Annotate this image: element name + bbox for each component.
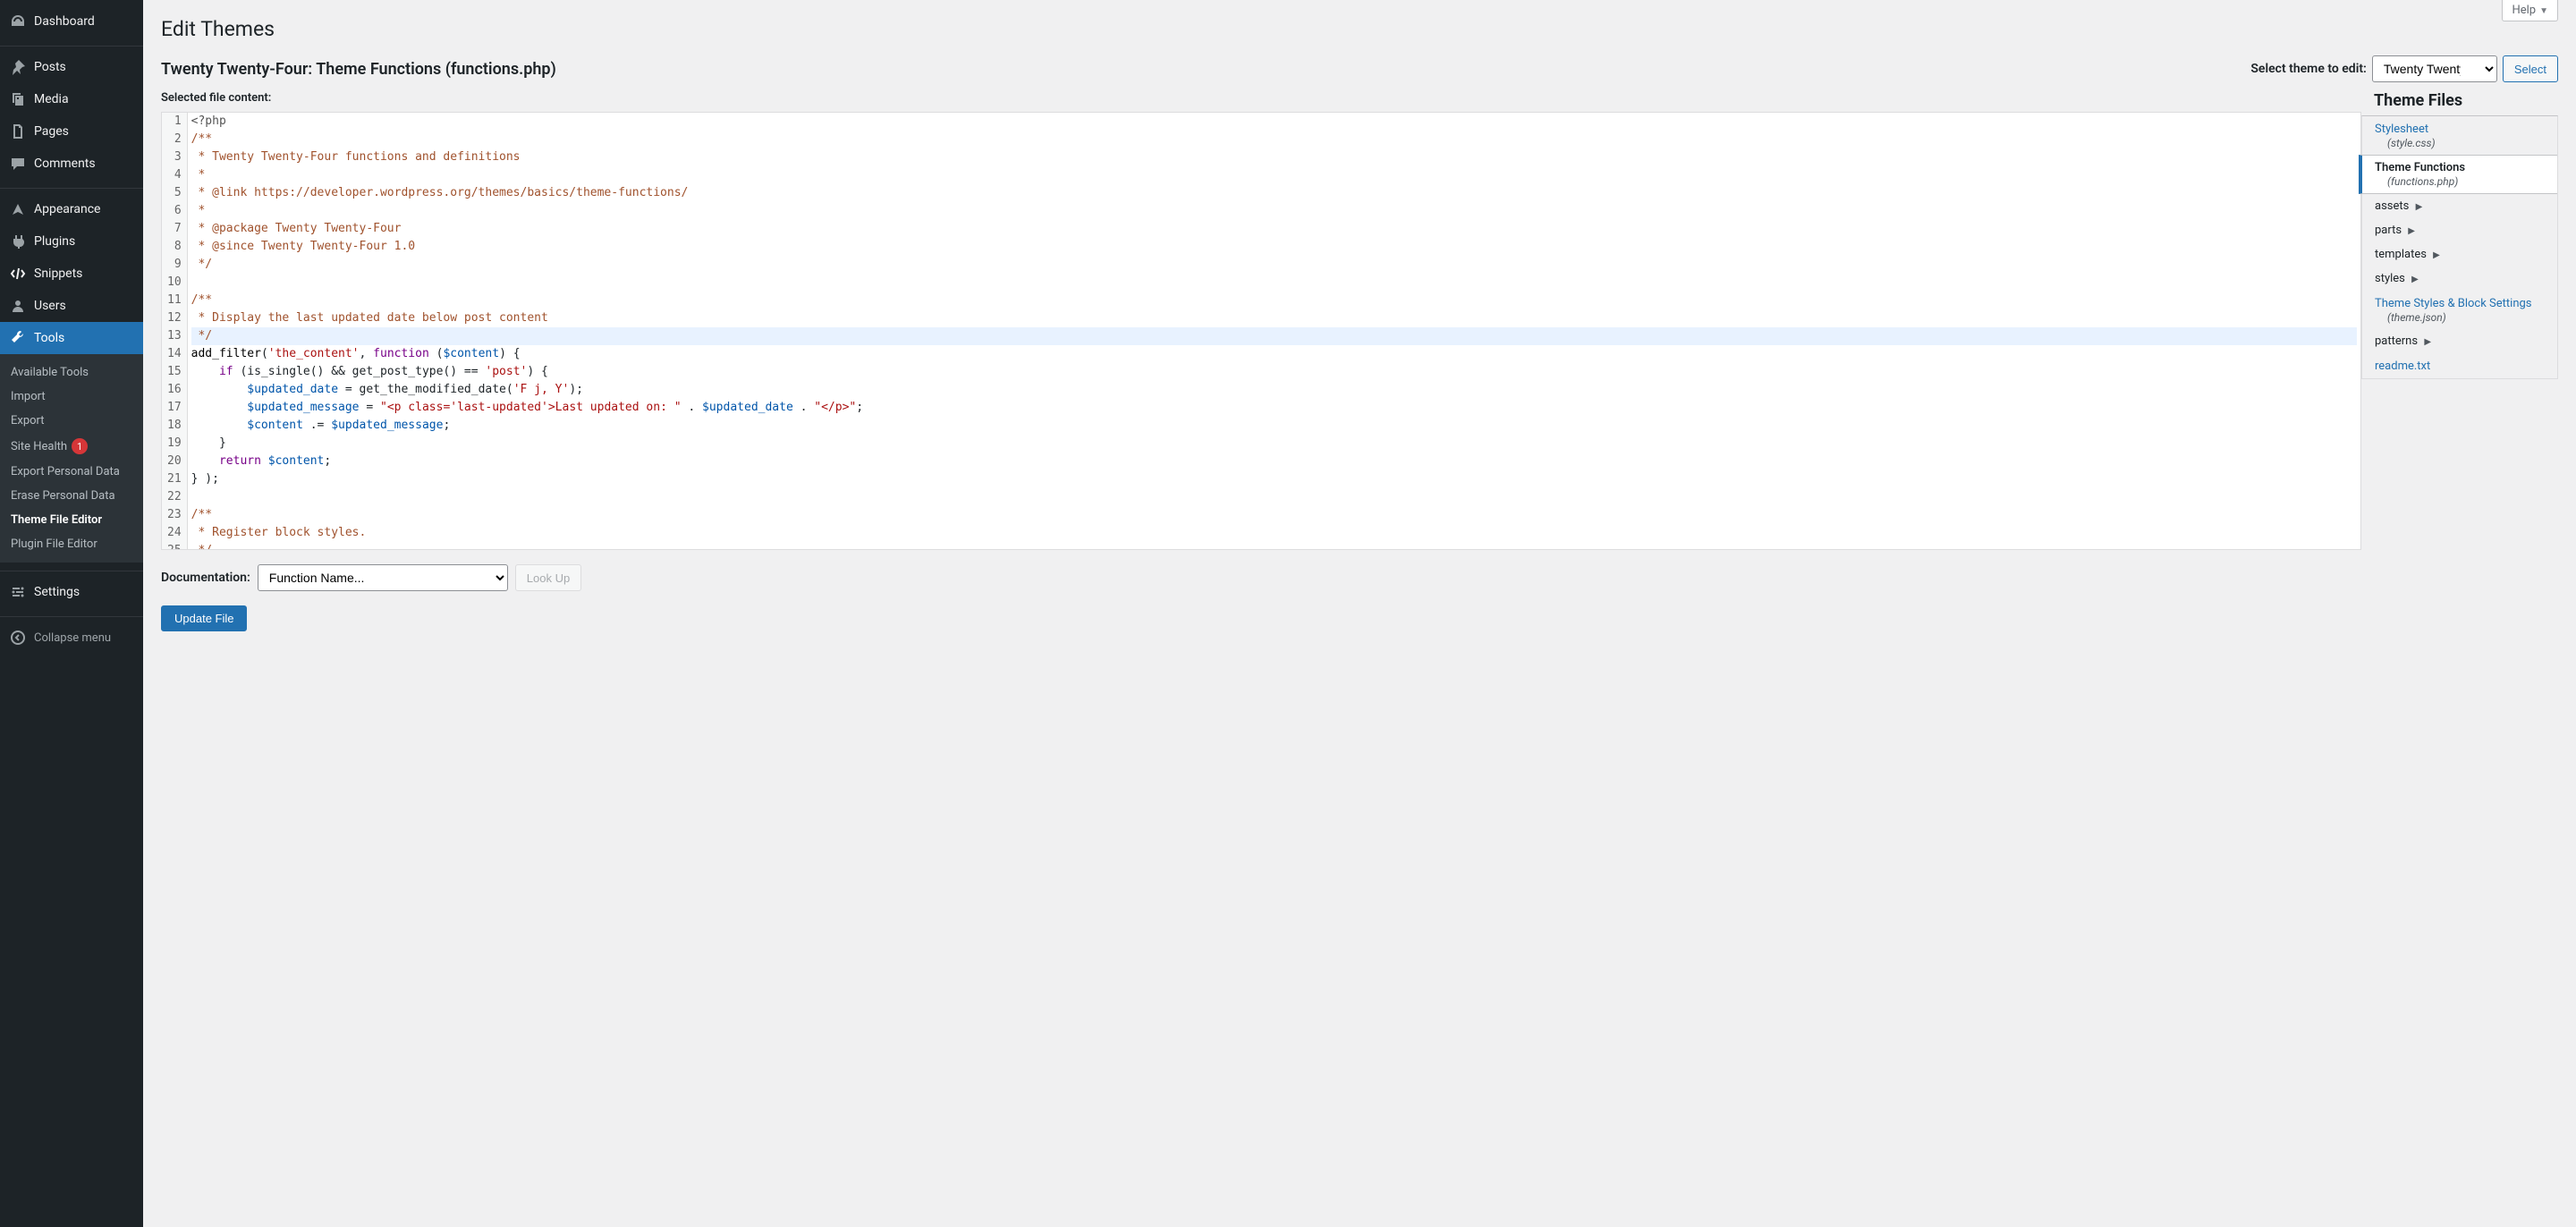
submenu-item-erase-personal-data[interactable]: Erase Personal Data (0, 484, 143, 508)
documentation-label: Documentation: (161, 571, 250, 585)
menu-label: Tools (34, 331, 64, 345)
menu-item-media[interactable]: Media (0, 83, 143, 115)
menu-item-snippets[interactable]: Snippets (0, 258, 143, 290)
submenu-item-site-health[interactable]: Site Health1 (0, 433, 143, 460)
collapse-menu[interactable]: Collapse menu (0, 622, 143, 654)
plugins-icon (9, 233, 27, 250)
submenu-item-export[interactable]: Export (0, 409, 143, 433)
page-title: Edit Themes (161, 9, 2558, 45)
menu-item-settings[interactable]: Settings (0, 576, 143, 608)
file-heading: Twenty Twenty-Four: Theme Functions (fun… (161, 60, 556, 79)
menu-item-users[interactable]: Users (0, 290, 143, 322)
theme-select[interactable]: Twenty Twenty-Four (2372, 55, 2497, 82)
menu-item-pages[interactable]: Pages (0, 115, 143, 148)
tools-icon (9, 329, 27, 347)
menu-label: Comments (34, 157, 96, 171)
pages-icon (9, 123, 27, 140)
chevron-down-icon: ▼ (2539, 6, 2548, 16)
menu-item-plugins[interactable]: Plugins (0, 225, 143, 258)
menu-label: Appearance (34, 202, 100, 216)
files-tree: Stylesheet(style.css)Theme Functions(fun… (2361, 115, 2558, 379)
menu-label: Posts (34, 60, 66, 74)
file-theme-styles-block-settings[interactable]: Theme Styles & Block Settings(theme.json… (2362, 291, 2557, 329)
menu-label: Dashboard (34, 14, 95, 29)
menu-item-tools[interactable]: Tools (0, 322, 143, 354)
theme-select-label: Select theme to edit: (2250, 62, 2366, 76)
settings-icon (9, 583, 27, 601)
menu-item-dashboard[interactable]: Dashboard (0, 5, 143, 38)
admin-sidebar: Dashboard Posts Media Pages Comments Appearan… (0, 0, 143, 1227)
submenu-item-available-tools[interactable]: Available Tools (0, 360, 143, 385)
dashboard-icon (9, 13, 27, 30)
documentation-select[interactable]: Function Name... (258, 564, 508, 591)
chevron-right-icon: ▶ (2416, 202, 2423, 212)
submenu-item-theme-file-editor[interactable]: Theme File Editor (0, 508, 143, 532)
help-tab[interactable]: Help▼ (2502, 0, 2558, 21)
menu-item-posts[interactable]: Posts (0, 51, 143, 83)
update-file-button[interactable]: Update File (161, 605, 247, 631)
submenu-item-import[interactable]: Import (0, 385, 143, 409)
menu-label: Pages (34, 124, 69, 139)
code-content[interactable]: <?php/** * Twenty Twenty-Four functions … (188, 113, 2360, 549)
menu-label: Snippets (34, 267, 82, 281)
comments-icon (9, 155, 27, 173)
menu-label: Media (34, 92, 69, 106)
pin-icon (9, 58, 27, 76)
chevron-right-icon: ▶ (2408, 226, 2415, 236)
submenu-item-plugin-file-editor[interactable]: Plugin File Editor (0, 532, 143, 556)
code-editor[interactable]: 1234567891011121314151617181920212223242… (161, 112, 2361, 550)
file-readme-txt[interactable]: readme.txt (2362, 353, 2557, 378)
file-theme-functions[interactable]: Theme Functions(functions.php) (2359, 155, 2557, 194)
folder-templates[interactable]: templates ▶ (2362, 242, 2557, 267)
theme-files-heading: Theme Files (2361, 91, 2558, 110)
media-icon (9, 90, 27, 108)
users-icon (9, 297, 27, 315)
chevron-right-icon: ▶ (2433, 250, 2440, 260)
collapse-icon (9, 629, 27, 647)
content-label: Selected file content: (161, 91, 2361, 105)
folder-parts[interactable]: parts ▶ (2362, 218, 2557, 242)
badge: 1 (72, 438, 88, 454)
submenu-item-export-personal-data[interactable]: Export Personal Data (0, 460, 143, 484)
line-gutter: 1234567891011121314151617181920212223242… (162, 113, 188, 549)
menu-label: Plugins (34, 234, 75, 249)
menu-label: Users (34, 299, 66, 313)
select-button[interactable]: Select (2503, 55, 2558, 82)
file-stylesheet[interactable]: Stylesheet(style.css) (2362, 116, 2557, 155)
chevron-right-icon: ▶ (2411, 275, 2419, 284)
main-content: Help▼ Edit Themes Twenty Twenty-Four: Th… (143, 0, 2576, 1227)
menu-item-comments[interactable]: Comments (0, 148, 143, 180)
folder-patterns[interactable]: patterns ▶ (2362, 329, 2557, 353)
folder-assets[interactable]: assets ▶ (2362, 194, 2557, 218)
chevron-right-icon: ▶ (2424, 337, 2431, 347)
folder-styles[interactable]: styles ▶ (2362, 267, 2557, 291)
collapse-label: Collapse menu (34, 631, 111, 645)
menu-label: Settings (34, 585, 80, 599)
lookup-button: Look Up (515, 564, 581, 591)
appearance-icon (9, 200, 27, 218)
menu-item-appearance[interactable]: Appearance (0, 193, 143, 225)
snippets-icon (9, 265, 27, 283)
